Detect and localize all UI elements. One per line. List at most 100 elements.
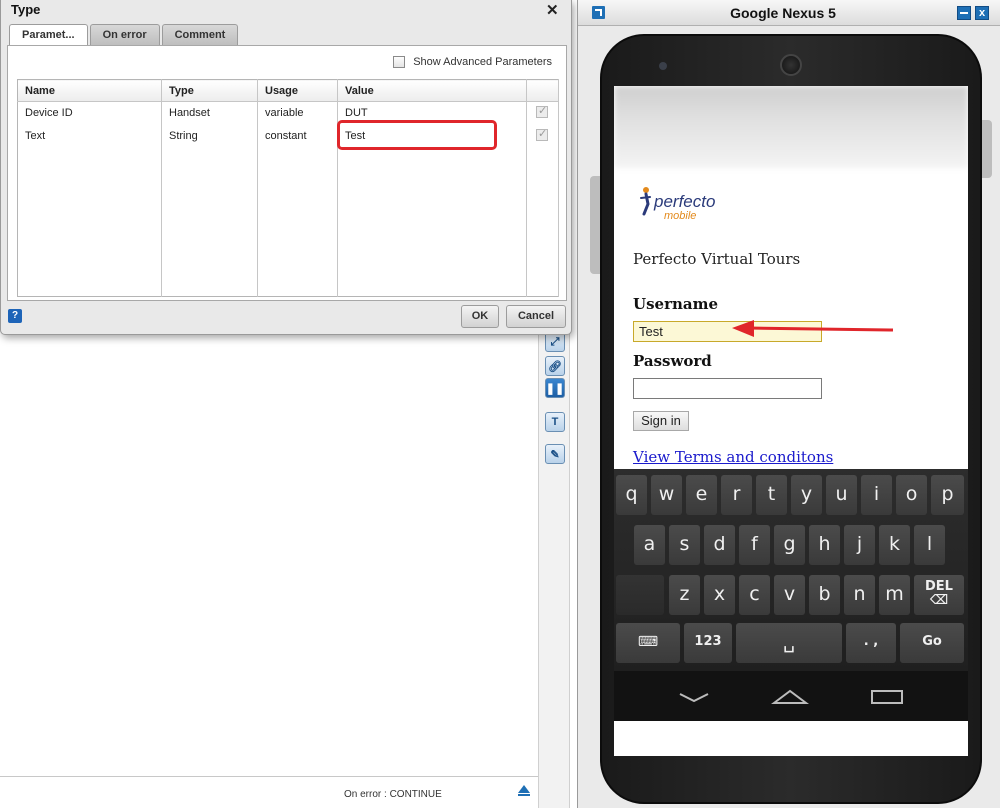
username-label: Username [633, 295, 719, 313]
checkmark-icon[interactable] [536, 104, 548, 118]
keyboard-row-3: z x c v b n m DEL ⌫ [614, 575, 968, 619]
key-z[interactable]: z [669, 575, 700, 615]
key-a[interactable]: a [634, 525, 665, 565]
param-name: Device ID [17, 101, 162, 125]
column-header-usage[interactable]: Usage [257, 79, 338, 102]
status-bar: On error : CONTINUE [0, 776, 538, 808]
cancel-button[interactable]: Cancel [506, 305, 566, 328]
key-n[interactable]: n [844, 575, 875, 615]
key-l[interactable]: l [914, 525, 945, 565]
dialog-title: Type [11, 2, 41, 17]
nav-icons [679, 689, 903, 704]
key-d[interactable]: d [704, 525, 735, 565]
android-nav-bar [614, 671, 968, 721]
advanced-params-checkbox[interactable] [393, 56, 406, 68]
numbers-key[interactable]: 123 [684, 623, 732, 663]
device-titlebar: Google Nexus 5 x [578, 0, 1000, 26]
sign-in-button[interactable]: Sign in [633, 411, 689, 431]
expand-up-icon[interactable] [518, 785, 530, 796]
key-v[interactable]: v [774, 575, 805, 615]
soft-keyboard: q w e r t y u i o p a s d f g h j k l z … [614, 469, 968, 671]
red-annotation-arrow [732, 320, 894, 337]
key-f[interactable]: f [739, 525, 770, 565]
edit-script-icon[interactable]: ✎ [545, 444, 565, 464]
device-window: Google Nexus 5 x perfecto mobile Perfect… [577, 0, 1000, 808]
red-highlight-box [337, 119, 497, 150]
keyboard-row-2: a s d f g h j k l [614, 525, 968, 569]
key-y[interactable]: y [791, 475, 822, 515]
key-e[interactable]: e [686, 475, 717, 515]
param-type: String [161, 124, 258, 148]
param-name: Text [17, 124, 162, 148]
key-q[interactable]: q [616, 475, 647, 515]
param-usage[interactable]: constant [257, 124, 338, 148]
go-key[interactable]: Go [900, 623, 964, 663]
keyboard-row-1: q w e r t y u i o p [614, 475, 968, 519]
key-w[interactable]: w [651, 475, 682, 515]
help-icon[interactable]: ? [8, 309, 22, 323]
front-camera-icon [659, 62, 667, 70]
column-header-name[interactable]: Name [17, 79, 162, 102]
home-icon[interactable] [771, 689, 809, 704]
param-usage[interactable]: variable [257, 101, 338, 125]
key-h[interactable]: h [809, 525, 840, 565]
key-g[interactable]: g [774, 525, 805, 565]
advanced-params-label: Show Advanced Parameters [413, 56, 552, 68]
column-header-value[interactable]: Value [337, 79, 527, 102]
pause-icon[interactable]: ❚❚ [545, 378, 565, 398]
table-row[interactable]: Text String constant Test [17, 119, 559, 150]
delete-key-label: DEL [925, 579, 953, 594]
ok-button[interactable]: OK [461, 305, 499, 328]
key-j[interactable]: j [844, 525, 875, 565]
key-p[interactable]: p [931, 475, 964, 515]
speaker-grille-icon [780, 54, 802, 76]
keyboard-settings-icon[interactable]: ⌨ [616, 623, 680, 663]
punctuation-key[interactable]: . , [846, 623, 896, 663]
close-icon[interactable]: ✕ [546, 1, 559, 19]
logo-brand: perfecto [654, 192, 716, 211]
close-button[interactable]: x [975, 6, 989, 20]
key-o[interactable]: o [896, 475, 927, 515]
fit-screen-icon[interactable]: ⤢ [545, 332, 565, 352]
parameters-panel: Show Advanced Parameters Name Type Usage… [7, 45, 567, 301]
tab-comment[interactable]: Comment [161, 24, 239, 46]
tab-parameters[interactable]: Paramet... [9, 24, 88, 47]
text-tool-icon[interactable]: T [545, 412, 565, 432]
key-c[interactable]: c [739, 575, 770, 615]
back-icon[interactable] [679, 693, 709, 703]
column-header-type[interactable]: Type [161, 79, 258, 102]
key-s[interactable]: s [669, 525, 700, 565]
tab-bar: Paramet... On error Comment [9, 24, 240, 47]
key-i[interactable]: i [861, 475, 892, 515]
key-u[interactable]: u [826, 475, 857, 515]
key-r[interactable]: r [721, 475, 752, 515]
recents-icon[interactable] [871, 690, 903, 704]
shift-key[interactable] [616, 575, 664, 615]
logo-sub: mobile [664, 210, 697, 222]
key-k[interactable]: k [879, 525, 910, 565]
blurred-header [614, 86, 968, 168]
space-key[interactable]: ␣ [736, 623, 842, 663]
phone-power-button [982, 120, 992, 178]
advanced-params-toggle[interactable]: Show Advanced Parameters [393, 56, 552, 68]
tab-on-error[interactable]: On error [89, 24, 160, 46]
phone-frame: perfecto mobile Perfecto Virtual Tours U… [600, 34, 982, 804]
type-dialog: Type ✕ Paramet... On error Comment Show … [0, 0, 572, 335]
terms-link[interactable]: View Terms and conditons [633, 448, 833, 466]
backspace-icon: ⌫ [929, 593, 949, 608]
key-m[interactable]: m [879, 575, 910, 615]
parameters-table: Name Type Usage Value Device ID Handset … [17, 79, 559, 297]
key-b[interactable]: b [809, 575, 840, 615]
key-t[interactable]: t [756, 475, 787, 515]
checkmark-icon[interactable] [536, 127, 548, 141]
link-icon[interactable]: 🔗︎ [545, 356, 565, 376]
logo-figure-icon [640, 187, 651, 216]
row-check-cell [526, 124, 559, 148]
tool-strip: ⤢ 🔗︎ ❚❚ T ✎ [538, 330, 570, 808]
password-input[interactable] [633, 378, 822, 399]
param-value-cell[interactable]: Test [337, 119, 527, 150]
minimize-button[interactable] [957, 6, 971, 20]
delete-key[interactable]: DEL ⌫ [914, 575, 964, 615]
table-filler [17, 147, 559, 297]
key-x[interactable]: x [704, 575, 735, 615]
